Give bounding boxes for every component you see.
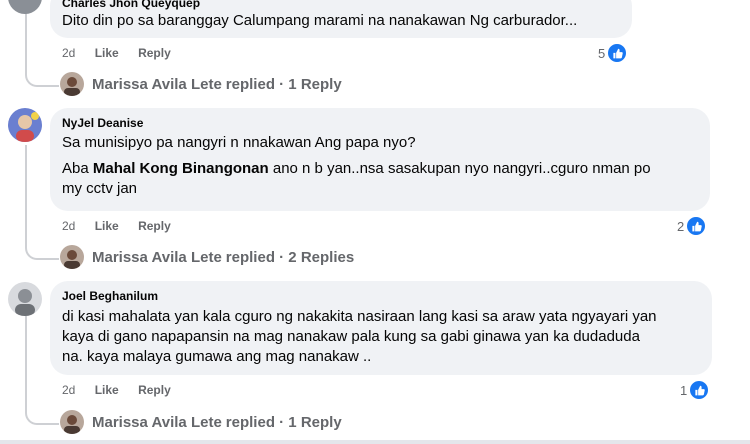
comment-bubble: Joel Beghanilum di kasi mahalata yan kal…: [50, 281, 712, 375]
replier-avatar: [60, 245, 84, 269]
avatar[interactable]: [8, 282, 42, 316]
reaction-count[interactable]: 1: [680, 380, 710, 400]
comment-text: my cctv jan: [62, 180, 138, 197]
replier-name: Marissa Avila Lete: [92, 248, 222, 266]
replies-count: replied · 1 Reply: [225, 413, 342, 431]
comment-text-part: ano n b yan..nsa sasakupan nyo nangyri..…: [268, 160, 651, 177]
reply-connector: [25, 71, 59, 87]
like-button[interactable]: Like: [95, 46, 119, 60]
replier-avatar: [60, 72, 84, 96]
comment-actions: 2d Like Reply: [62, 219, 187, 233]
comment-text: di kasi mahalata yan kala cguro ng nakak…: [62, 308, 657, 325]
replier-avatar: [60, 410, 84, 434]
comment-bubble: NyJel Deanise Sa munisipyo pa nangyri n …: [50, 108, 710, 211]
replier-name: Marissa Avila Lete: [92, 413, 222, 431]
like-thumb-icon: [607, 43, 628, 63]
replier-name: Marissa Avila Lete: [92, 75, 222, 93]
avatar[interactable]: [8, 0, 42, 14]
comment-text: Sa munisipyo pa nangyri n nnakawan Ang p…: [62, 134, 416, 151]
comment-text: kaya di gano napapansin na mag nanakaw p…: [62, 328, 640, 345]
reaction-count-label: 1: [680, 382, 688, 398]
reaction-count-label: 5: [598, 45, 606, 61]
reaction-count-label: 2: [677, 218, 685, 234]
reply-connector: [25, 409, 59, 425]
comment-actions: 2d Like Reply: [62, 46, 187, 60]
comment-text: na. kaya malaya gumawa ang mag nanakaw .…: [62, 348, 372, 365]
comment-text: Dito din po sa baranggay Calumpang maram…: [62, 12, 578, 29]
reply-button[interactable]: Reply: [138, 219, 171, 233]
mention-link[interactable]: Mahal Kong Binangonan: [93, 160, 269, 177]
comment-time[interactable]: 2d: [62, 46, 75, 60]
comment-text-part: Aba: [62, 160, 93, 177]
comment-actions: 2d Like Reply: [62, 383, 187, 397]
thread-line: [25, 145, 27, 245]
replies-count: replied · 1 Reply: [225, 75, 342, 93]
view-replies-link[interactable]: Marissa Avila Lete replied · 1 Reply: [60, 410, 342, 434]
comment-time[interactable]: 2d: [62, 219, 75, 233]
reaction-count[interactable]: 2: [677, 216, 707, 236]
comment-bubble: Charles Jhon Queyquep Dito din po sa bar…: [50, 0, 632, 38]
view-replies-link[interactable]: Marissa Avila Lete replied · 1 Reply: [60, 72, 342, 96]
replies-count: replied · 2 Replies: [225, 248, 355, 266]
view-replies-link[interactable]: Marissa Avila Lete replied · 2 Replies: [60, 245, 354, 269]
thread-line: [25, 315, 27, 410]
like-button[interactable]: Like: [95, 219, 119, 233]
avatar[interactable]: [8, 108, 42, 142]
comment-time[interactable]: 2d: [62, 383, 75, 397]
bottom-divider: [0, 440, 750, 444]
like-thumb-icon: [689, 380, 710, 400]
like-thumb-icon: [686, 216, 707, 236]
reply-button[interactable]: Reply: [138, 46, 171, 60]
comment-text: Aba Mahal Kong Binangonan ano n b yan..n…: [62, 159, 698, 179]
reaction-count[interactable]: 5: [598, 43, 628, 63]
like-button[interactable]: Like: [95, 383, 119, 397]
comment-author[interactable]: Joel Beghanilum: [62, 288, 700, 304]
reply-connector: [25, 244, 59, 260]
comment-author[interactable]: Charles Jhon Queyquep: [62, 0, 620, 11]
comment-author[interactable]: NyJel Deanise: [62, 115, 698, 131]
reply-button[interactable]: Reply: [138, 383, 171, 397]
